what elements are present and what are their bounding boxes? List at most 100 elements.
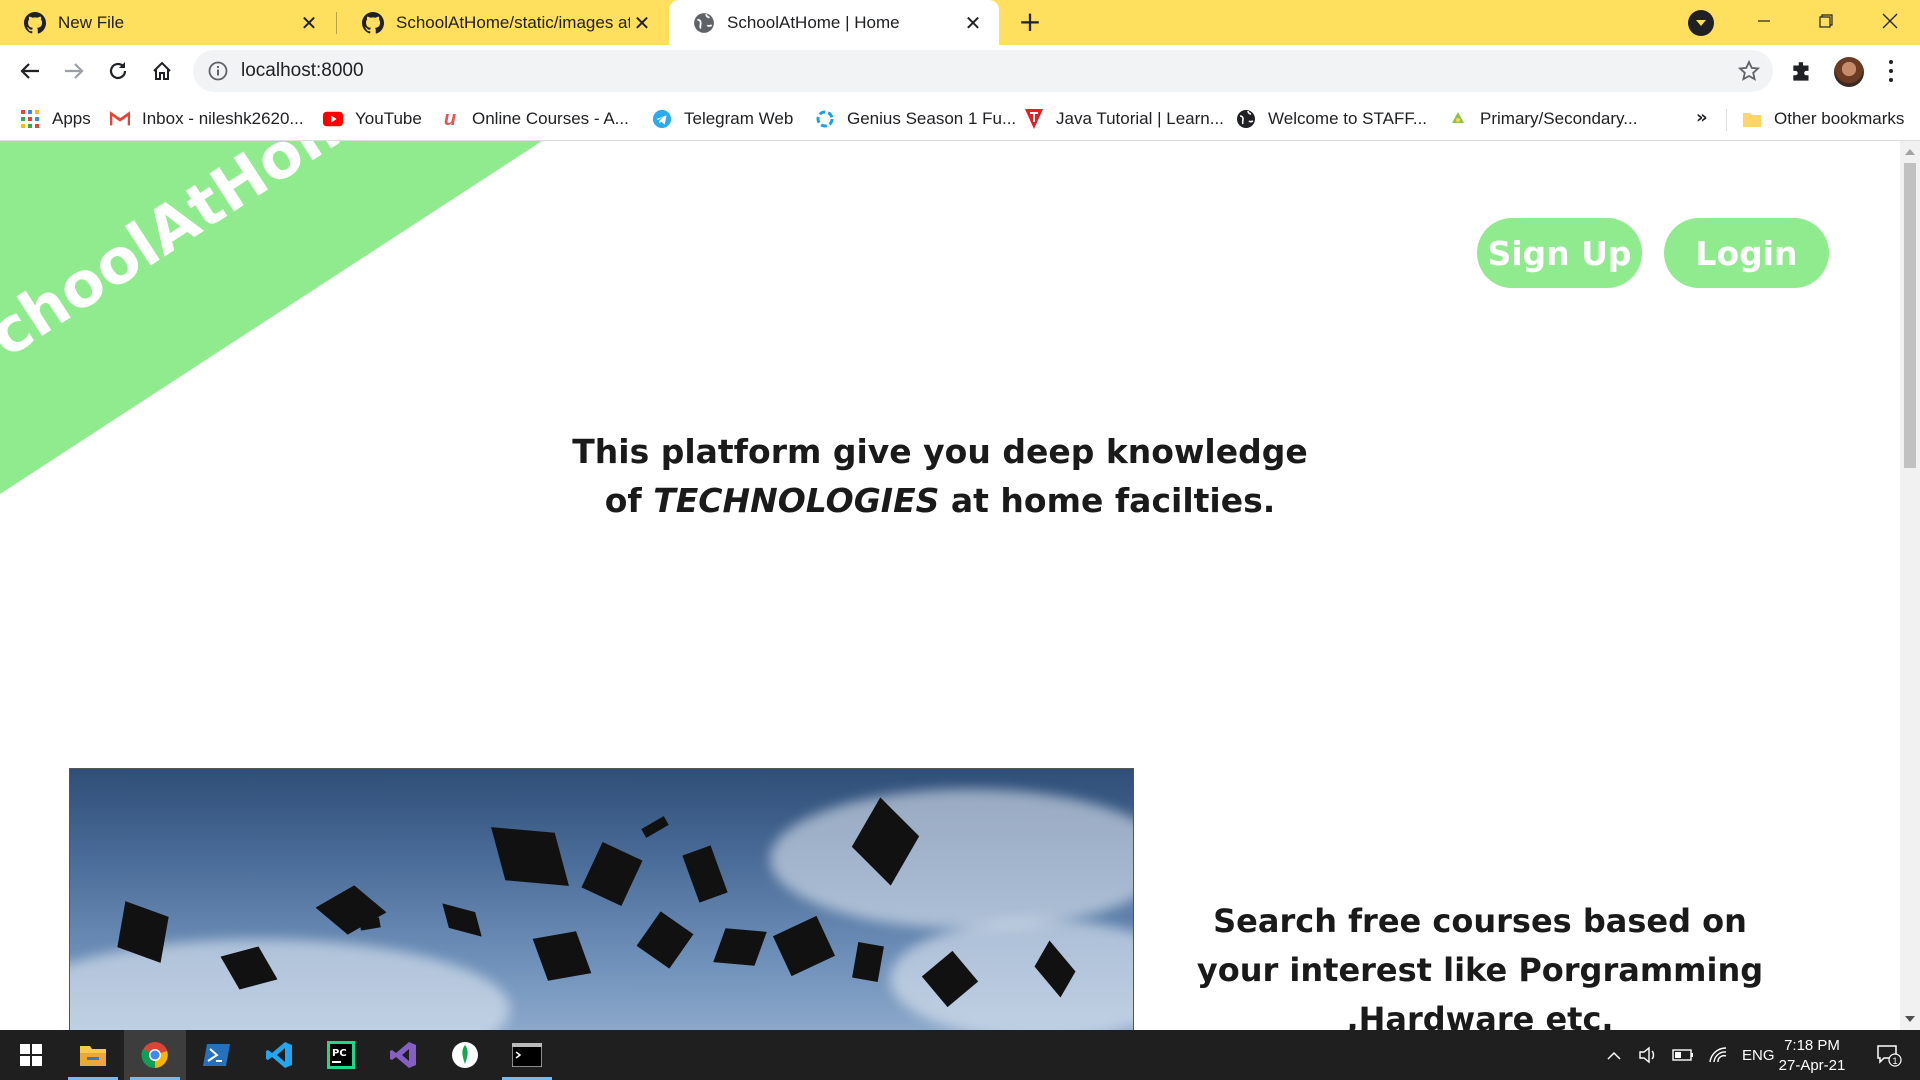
bookmarks-bar: Apps Inbox - nileshk2620... YouTube u On…: [0, 97, 1920, 141]
clock-time: 7:18 PM: [1784, 1037, 1840, 1054]
tagline-line-1: This platform give you deep knowledge: [572, 432, 1308, 471]
bookmark-label: Telegram Web: [684, 109, 794, 128]
courses-line-1: Search free courses based on: [1213, 902, 1747, 940]
globe-icon: [694, 12, 714, 33]
profile-avatar[interactable]: [1834, 57, 1864, 87]
visual-studio-icon[interactable]: [372, 1030, 434, 1080]
globe-icon: [1236, 109, 1256, 129]
tagline-line-2: of TECHNOLOGIES at home facilties.: [500, 476, 1380, 525]
terminal-icon[interactable]: [496, 1030, 558, 1080]
address-text[interactable]: localhost:8000: [241, 60, 364, 82]
svg-text:PC: PC: [332, 1048, 347, 1059]
notifications-icon[interactable]: 1: [1858, 1030, 1920, 1080]
battery-icon[interactable]: [1672, 1048, 1694, 1062]
bookmark-label: Apps: [52, 109, 91, 128]
tagline-technologies: TECHNOLOGIES: [653, 481, 940, 520]
wifi-icon[interactable]: [1708, 1046, 1728, 1064]
minimize-icon[interactable]: [1734, 0, 1794, 42]
reload-icon[interactable]: [102, 55, 134, 87]
github-icon: [24, 11, 46, 34]
system-clock[interactable]: 7:18 PM 27-Apr-21: [1764, 1036, 1860, 1076]
hero-tagline: This platform give you deep knowledge of…: [500, 427, 1380, 525]
bookmark-youtube[interactable]: YouTube: [323, 97, 422, 141]
bookmark-primary-secondary[interactable]: Primary/Secondary...: [1448, 97, 1637, 141]
more-menu-icon[interactable]: [1882, 58, 1900, 84]
start-icon[interactable]: [0, 1030, 62, 1080]
scroll-thumb[interactable]: [1904, 163, 1916, 468]
bookmark-star-icon[interactable]: [1737, 59, 1761, 83]
tab-title: New File: [58, 12, 125, 32]
bookmark-label: Welcome to STAFF...: [1268, 109, 1428, 128]
bookmarks-divider: [1726, 109, 1727, 131]
bookmark-online-courses[interactable]: u Online Courses - A...: [440, 97, 629, 141]
genius-icon: [815, 109, 835, 129]
tab-search-icon[interactable]: [1688, 10, 1714, 36]
bookmark-apps[interactable]: Apps: [20, 97, 91, 141]
vscode-icon[interactable]: [248, 1030, 310, 1080]
browser-toolbar: localhost:8000: [0, 45, 1920, 97]
graduation-caps-image: [69, 768, 1134, 1030]
bookmarks-overflow-icon[interactable]: »: [1696, 107, 1708, 128]
bookmark-staff[interactable]: Welcome to STAFF...: [1236, 97, 1427, 141]
info-icon[interactable]: [207, 60, 229, 82]
back-icon[interactable]: [14, 55, 46, 87]
bookmark-label: Primary/Secondary...: [1480, 109, 1638, 128]
bookmark-java-tutorial[interactable]: Java Tutorial | Learn...: [1024, 97, 1224, 141]
courses-line-3: ,Hardware etc.: [1346, 1000, 1614, 1030]
windows-taskbar: PC ENG 7:18 PM 27-Apr-21 1: [0, 1030, 1920, 1080]
tab-title: SchoolAtHome | Home: [727, 12, 900, 32]
scroll-down-icon[interactable]: [1905, 1016, 1915, 1022]
home-icon[interactable]: [146, 55, 178, 87]
signup-button[interactable]: Sign Up: [1477, 218, 1642, 288]
gmail-icon: [110, 109, 130, 129]
bookmark-label: Genius Season 1 Fu...: [847, 109, 1017, 128]
tutorialspoint-icon: [1024, 109, 1044, 129]
bookmark-telegram[interactable]: Telegram Web: [652, 97, 793, 141]
other-bookmarks-label: Other bookmarks: [1774, 109, 1905, 128]
close-icon[interactable]: ✕: [297, 11, 321, 35]
tab-new-file[interactable]: New File ✕: [0, 0, 335, 45]
tray-overflow-icon[interactable]: [1606, 1049, 1622, 1061]
extensions-icon[interactable]: [1789, 59, 1815, 85]
bookmark-inbox[interactable]: Inbox - nileshk2620...: [110, 97, 304, 141]
new-tab-button[interactable]: +: [1016, 8, 1044, 37]
mongodb-compass-icon[interactable]: [434, 1030, 496, 1080]
address-bar[interactable]: localhost:8000: [193, 50, 1773, 92]
page-scrollbar[interactable]: [1900, 141, 1920, 1030]
recycle-icon: [1448, 109, 1468, 129]
tab-strip: New File ✕ SchoolAtHome/static/images at…: [0, 0, 1920, 45]
close-icon[interactable]: ✕: [630, 11, 654, 35]
bookmark-genius[interactable]: Genius Season 1 Fu...: [815, 97, 1016, 141]
volume-icon[interactable]: [1638, 1046, 1658, 1064]
udemy-icon: u: [443, 107, 457, 130]
bookmark-label: Java Tutorial | Learn...: [1056, 109, 1224, 128]
other-bookmarks[interactable]: Other bookmarks: [1742, 97, 1904, 141]
tagline-rest: at home facilties.: [950, 481, 1276, 520]
close-window-icon[interactable]: [1860, 0, 1920, 42]
bookmark-label: YouTube: [355, 109, 422, 128]
powershell-icon[interactable]: [186, 1030, 248, 1080]
tagline-of: of: [604, 481, 642, 520]
tab-divider: [336, 12, 337, 34]
apps-grid-icon: [20, 109, 40, 129]
file-explorer-icon[interactable]: [62, 1030, 124, 1080]
tab-schoolathome-images[interactable]: SchoolAtHome/static/images at m ✕: [338, 0, 668, 45]
login-button[interactable]: Login: [1664, 218, 1829, 288]
page-viewport: SchoolAtHome Sign Up Login This platform…: [0, 141, 1900, 1030]
chrome-icon[interactable]: [124, 1030, 186, 1080]
close-icon[interactable]: ✕: [961, 11, 985, 35]
restore-icon[interactable]: [1796, 0, 1856, 42]
youtube-icon: [323, 109, 343, 129]
courses-line-2: your interest like Porgramming: [1196, 951, 1764, 989]
notification-count: 1: [1893, 1056, 1898, 1066]
courses-description: Search free courses based on your intere…: [1180, 897, 1780, 1030]
telegram-icon: [652, 109, 672, 129]
scroll-up-icon[interactable]: [1905, 149, 1915, 155]
folder-icon: [1742, 109, 1762, 129]
system-tray: ENG: [1606, 1030, 1775, 1080]
forward-icon[interactable]: [58, 55, 90, 87]
bookmark-label: Online Courses - A...: [472, 109, 629, 128]
pycharm-icon[interactable]: PC: [310, 1030, 372, 1080]
github-icon: [362, 11, 384, 34]
tab-schoolathome-home[interactable]: SchoolAtHome | Home ✕: [669, 0, 999, 45]
